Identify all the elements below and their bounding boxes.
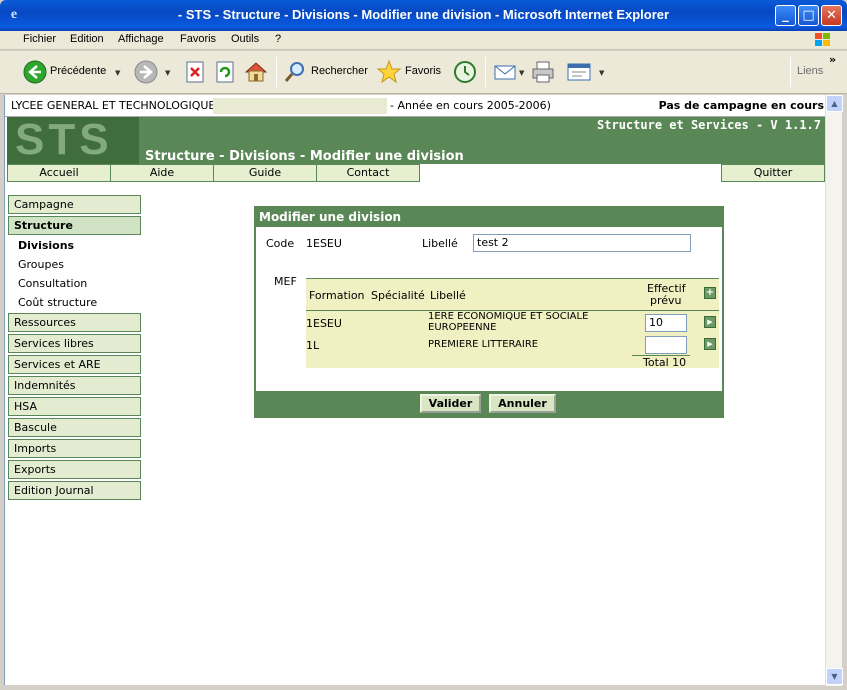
sidebar-item-campagne[interactable]: Campagne (8, 195, 141, 214)
menu-edition[interactable]: Edition (70, 33, 104, 45)
sts-logo-text: STS (15, 117, 113, 164)
back-arrow-icon[interactable] (22, 59, 48, 85)
row1-go-button[interactable]: ▶ (704, 316, 716, 328)
menu-favoris[interactable]: Favoris (180, 33, 216, 45)
code-label: Code (266, 237, 295, 250)
tab-aide[interactable]: Aide (110, 164, 214, 182)
row1-libelle-line2: EUROPEENNE (428, 322, 497, 333)
toolbar-separator (485, 57, 486, 87)
campaign-status: Pas de campagne en cours (658, 99, 824, 112)
quit-tab[interactable]: Quitter (721, 164, 825, 182)
toolbar-separator (276, 57, 277, 87)
school-name-blank (213, 98, 387, 114)
version-label: Structure et Services - V 1.1.7 (597, 118, 821, 132)
row2-libelle: PREMIERE LITTERAIRE (428, 339, 539, 350)
search-icon[interactable] (283, 59, 309, 85)
sidebar-sub-groupes[interactable]: Groupes (18, 258, 64, 271)
sidebar-sub-consultation[interactable]: Consultation (18, 277, 87, 290)
sidebar-item-hsa[interactable]: HSA (8, 397, 141, 416)
total-label: Total 10 (643, 356, 687, 369)
cancel-button[interactable]: Annuler (489, 394, 556, 413)
home-icon[interactable] (243, 59, 269, 85)
menu-fichier[interactable]: Fichier (23, 33, 56, 45)
tab-guide[interactable]: Guide (213, 164, 317, 182)
sidebar-item-exports[interactable]: Exports (8, 460, 141, 479)
chevron-right-icon[interactable]: » (829, 53, 836, 66)
info-bar: LYCEE GENERAL ET TECHNOLOGIQUE - Année e… (5, 95, 825, 117)
scroll-down-icon[interactable]: ▼ (826, 668, 843, 685)
back-label[interactable]: Précédente (50, 65, 106, 77)
menu-outils[interactable]: Outils (231, 33, 259, 45)
tab-contact[interactable]: Contact (316, 164, 420, 182)
sidebar-item-bascule[interactable]: Bascule (8, 418, 141, 437)
row1-libelle-line1: 1ERE ECONOMIQUE ET SOCIALE (428, 311, 589, 322)
edit-icon[interactable] (566, 59, 592, 85)
sidebar-item-structure[interactable]: Structure (8, 216, 141, 235)
menu-help[interactable]: ? (275, 33, 281, 45)
year-label: - Année en cours 2005-2006) (390, 99, 551, 112)
print-icon[interactable] (530, 59, 556, 85)
col-libelle: Libellé (430, 289, 466, 302)
mail-dropdown-icon[interactable]: ▼ (519, 69, 524, 77)
forward-dropdown-icon[interactable]: ▼ (165, 69, 170, 77)
menu-bar: Fichier Edition Affichage Favoris Outils… (0, 31, 847, 50)
sidebar-item-ressources[interactable]: Ressources (8, 313, 141, 332)
edit-dropdown-icon[interactable]: ▼ (599, 69, 604, 77)
libelle-label: Libellé (422, 237, 458, 250)
add-mef-button[interactable]: + (704, 287, 716, 299)
maximize-button[interactable]: □ (798, 5, 819, 26)
mail-icon[interactable] (492, 59, 518, 85)
toolbar-separator (790, 57, 791, 87)
sidebar-item-services-are[interactable]: Services et ARE (8, 355, 141, 374)
history-icon[interactable] (452, 59, 478, 85)
sidebar-item-indemnites[interactable]: Indemnités (8, 376, 141, 395)
sidebar-sub-cout-structure[interactable]: Coût structure (18, 296, 97, 309)
col-formation: Formation (309, 289, 365, 302)
row2-go-button[interactable]: ▶ (704, 338, 716, 350)
row1-effectif-input[interactable]: 10 (645, 314, 687, 332)
sidebar-item-imports[interactable]: Imports (8, 439, 141, 458)
panel-header: Modifier une division (256, 208, 722, 227)
search-label[interactable]: Rechercher (311, 65, 368, 77)
libelle-input[interactable]: test 2 (473, 234, 691, 252)
validate-button[interactable]: Valider (420, 394, 481, 413)
vertical-scrollbar[interactable]: ▲ ▼ (825, 95, 843, 686)
favorites-label[interactable]: Favoris (405, 65, 441, 77)
mef-table: Formation Spécialité Libellé Effectif pr… (306, 278, 719, 369)
scroll-up-icon[interactable]: ▲ (826, 95, 843, 112)
code-value: 1ESEU (306, 237, 342, 250)
panel-footer: Valider Annuler (256, 391, 722, 416)
row2-formation: 1L (306, 339, 320, 352)
mef-label: MEF (274, 275, 297, 288)
school-name: LYCEE GENERAL ET TECHNOLOGIQUE (11, 99, 216, 112)
modify-division-panel: Modifier une division Code 1ESEU Libellé… (254, 206, 724, 418)
stop-icon[interactable] (183, 59, 209, 85)
row1-formation: 1ESEU (306, 317, 342, 330)
links-label[interactable]: Liens (797, 65, 823, 77)
back-dropdown-icon[interactable]: ▼ (115, 69, 120, 77)
forward-arrow-icon[interactable] (133, 59, 159, 85)
menu-affichage[interactable]: Affichage (118, 33, 164, 45)
refresh-icon[interactable] (213, 59, 239, 85)
sts-logo: STS (7, 117, 139, 164)
minimize-button[interactable]: _ (775, 5, 796, 26)
row2-effectif-input[interactable] (645, 336, 687, 354)
page-viewport: LYCEE GENERAL ET TECHNOLOGIQUE - Année e… (4, 95, 825, 685)
col-specialite: Spécialité (371, 289, 425, 302)
sidebar-sub-divisions[interactable]: Divisions (18, 239, 74, 252)
sidebar-item-edition-journal[interactable]: Edition Journal (8, 481, 141, 500)
favorites-star-icon[interactable] (376, 59, 402, 85)
windows-flag-icon (815, 33, 830, 46)
tab-accueil[interactable]: Accueil (7, 164, 111, 182)
sidebar-item-services-libres[interactable]: Services libres (8, 334, 141, 353)
close-button[interactable]: ✕ (821, 5, 842, 26)
window-title: - STS - Structure - Divisions - Modifier… (177, 7, 670, 22)
page-title: Structure - Divisions - Modifier une div… (145, 149, 464, 164)
toolbar: Précédente ▼ ▼ Rechercher Favoris ▼ ▼ Li… (0, 51, 847, 94)
col-prevu: prévu (650, 294, 682, 307)
